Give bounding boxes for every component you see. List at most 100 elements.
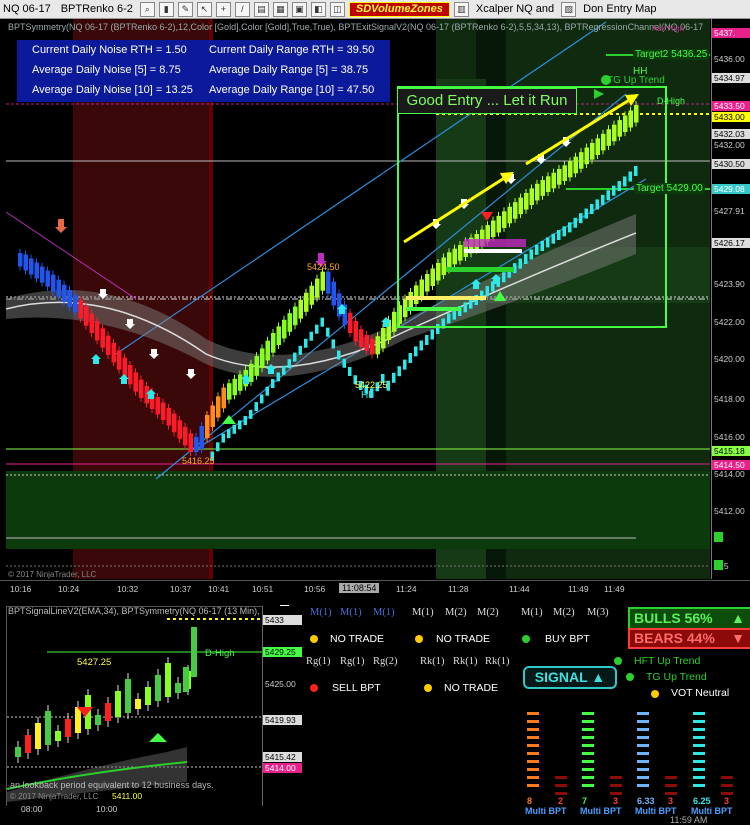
meter-red-segment <box>665 792 677 795</box>
price-label-5416: 5416.25 <box>182 456 215 466</box>
meter-segment <box>527 736 539 739</box>
chart-type-selector[interactable]: BPTRenko 6-2 <box>58 2 136 16</box>
meter-segment <box>527 712 539 715</box>
meter-segment <box>693 776 705 779</box>
row2-label: Rk(1) <box>485 656 510 667</box>
meter-value: 7 <box>582 796 588 806</box>
mini-price-axis[interactable]: 5433 5429.25 5425.00 5419.93 5415.42 5414.00 <box>262 606 303 806</box>
signal-button[interactable]: SIGNAL ▲ <box>523 666 617 689</box>
sdvolume-zones-button[interactable]: SDVolumeZones <box>348 1 450 17</box>
signal-text: SIGNAL <box>534 669 588 685</box>
xcalper-button[interactable]: Xcalper NQ and <box>473 2 557 16</box>
meter-label: Multi BPT <box>525 806 567 816</box>
daily-noise-stats-box: Current Daily Noise RTH = 1.50 Average D… <box>17 40 390 102</box>
zero-marker <box>714 560 723 570</box>
meter-small-value: 3 <box>668 796 674 806</box>
cursor-icon[interactable]: ↖ <box>196 1 212 17</box>
main-indicator-label: BPTSymmetry(NQ 06-17 (BPTRenko 6-2),12,C… <box>8 22 704 32</box>
no-trade-2: NO TRADE <box>436 633 491 645</box>
mini-13min-chart[interactable] <box>6 606 264 808</box>
sell-bpt-label: SELL BPT <box>332 682 381 694</box>
properties-icon[interactable]: ▤ <box>253 1 269 17</box>
no-trade-1: NO TRADE <box>330 633 385 645</box>
ask-high-label: Ask High <box>652 24 685 33</box>
meter-segment <box>527 728 539 731</box>
current-time-badge: 11:08:54 <box>339 583 380 593</box>
mini-time-axis[interactable]: 08:00 10:00 <box>6 804 302 823</box>
row2-label: Rk(1) <box>453 656 478 667</box>
noise-5: Average Daily Noise [5] = 8.75 <box>32 64 181 76</box>
row2-label: Rk(1) <box>420 656 445 667</box>
folder-icon[interactable]: ▥ <box>453 1 469 17</box>
meter-segment <box>527 768 539 771</box>
zero-marker <box>714 532 723 542</box>
meter-segment <box>693 752 705 755</box>
meter-red-segment <box>610 776 622 779</box>
meter-segment <box>582 728 594 731</box>
price-tag: 5426.17 <box>712 238 750 248</box>
price-tag: 5434.97 <box>712 73 750 83</box>
grid-icon[interactable]: ▦ <box>272 1 288 17</box>
meter-red-segment <box>665 776 677 779</box>
main-time-axis[interactable]: 11:08:54 10:16 10:24 10:32 10:37 10:41 10:51 1… <box>0 580 750 597</box>
main-copyright: © 2017 NinjaTrader, LLC <box>8 570 97 579</box>
meter-segment <box>582 776 594 779</box>
row1-label: M(2) <box>445 607 467 618</box>
meter-small-value: 3 <box>724 796 730 806</box>
meter-red-segment <box>721 784 733 787</box>
zoom-icon[interactable]: ⌕ <box>139 1 155 17</box>
mini-time-axis-label: 10:00 <box>96 804 118 814</box>
meter-segment <box>527 752 539 755</box>
entry-map-button[interactable]: Don Entry Map <box>580 2 659 16</box>
split-icon[interactable]: ◫ <box>329 1 345 17</box>
row2-label: Rg(1) <box>306 656 331 667</box>
meter-segment <box>527 784 539 787</box>
support-zone <box>6 471 710 549</box>
time-axis-label: 10:56 <box>304 584 326 594</box>
meter-segment <box>637 752 649 755</box>
hl-label: HL <box>361 390 374 401</box>
time-axis-label: 11:24 <box>396 584 417 594</box>
time-axis-label: 10:41 <box>208 584 230 594</box>
main-price-chart[interactable] <box>6 19 710 579</box>
price-tag: 5433.00 <box>712 112 750 122</box>
pencil-icon[interactable]: ✎ <box>177 1 193 17</box>
time-axis-label: 11:44 <box>509 584 530 594</box>
bears-text: BEARS 44% <box>634 630 715 646</box>
meter-red-segment <box>555 776 567 779</box>
window-icon[interactable]: ◧ <box>310 1 326 17</box>
price-tag: 5432.03 <box>712 129 750 139</box>
meter-value: 8 <box>527 796 533 806</box>
noise-rth: Current Daily Noise RTH = 1.50 <box>32 44 187 56</box>
map-icon[interactable]: ▧ <box>561 1 577 17</box>
meter-segment <box>527 760 539 763</box>
meter-small-value: 2 <box>558 796 564 806</box>
bars-icon[interactable]: ▮ <box>158 1 174 17</box>
price-label-5424: 5424.50 <box>307 262 340 272</box>
main-price-axis[interactable]: 5436.00 5432.00 5427.91 5423.90 5422.00 5420.… <box>711 19 750 579</box>
price-label-5422: 5422.25 <box>355 380 388 390</box>
line-icon[interactable]: / <box>234 1 250 17</box>
signal-dot <box>522 635 530 643</box>
price-axis-label: 5416.00 <box>714 432 745 442</box>
lock-icon[interactable]: ▣ <box>291 1 307 17</box>
main-chart-canvas <box>6 19 710 579</box>
meter-red-segment <box>721 776 733 779</box>
mini-price-axis-label: 5425.00 <box>265 679 296 689</box>
row1-label: M(1) <box>373 607 395 618</box>
meter-segment <box>693 768 705 771</box>
signal-dot <box>626 673 634 681</box>
instrument-selector[interactable]: NQ 06-17 <box>0 2 54 16</box>
meter-segment <box>693 736 705 739</box>
mini-d-high-label: D-High <box>205 648 235 659</box>
price-axis-label: 5422.00 <box>714 317 745 327</box>
time-axis-label: 10:16 <box>10 584 32 594</box>
row2-label: Rg(2) <box>373 656 398 667</box>
price-tag: 5430.50 <box>712 159 750 169</box>
meter-segment <box>637 760 649 763</box>
meter-segment <box>582 752 594 755</box>
meter-segment <box>693 728 705 731</box>
meter-red-segment <box>610 784 622 787</box>
crosshair-icon[interactable]: + <box>215 1 231 17</box>
mini-price-axis-label: 5433 <box>263 615 303 625</box>
